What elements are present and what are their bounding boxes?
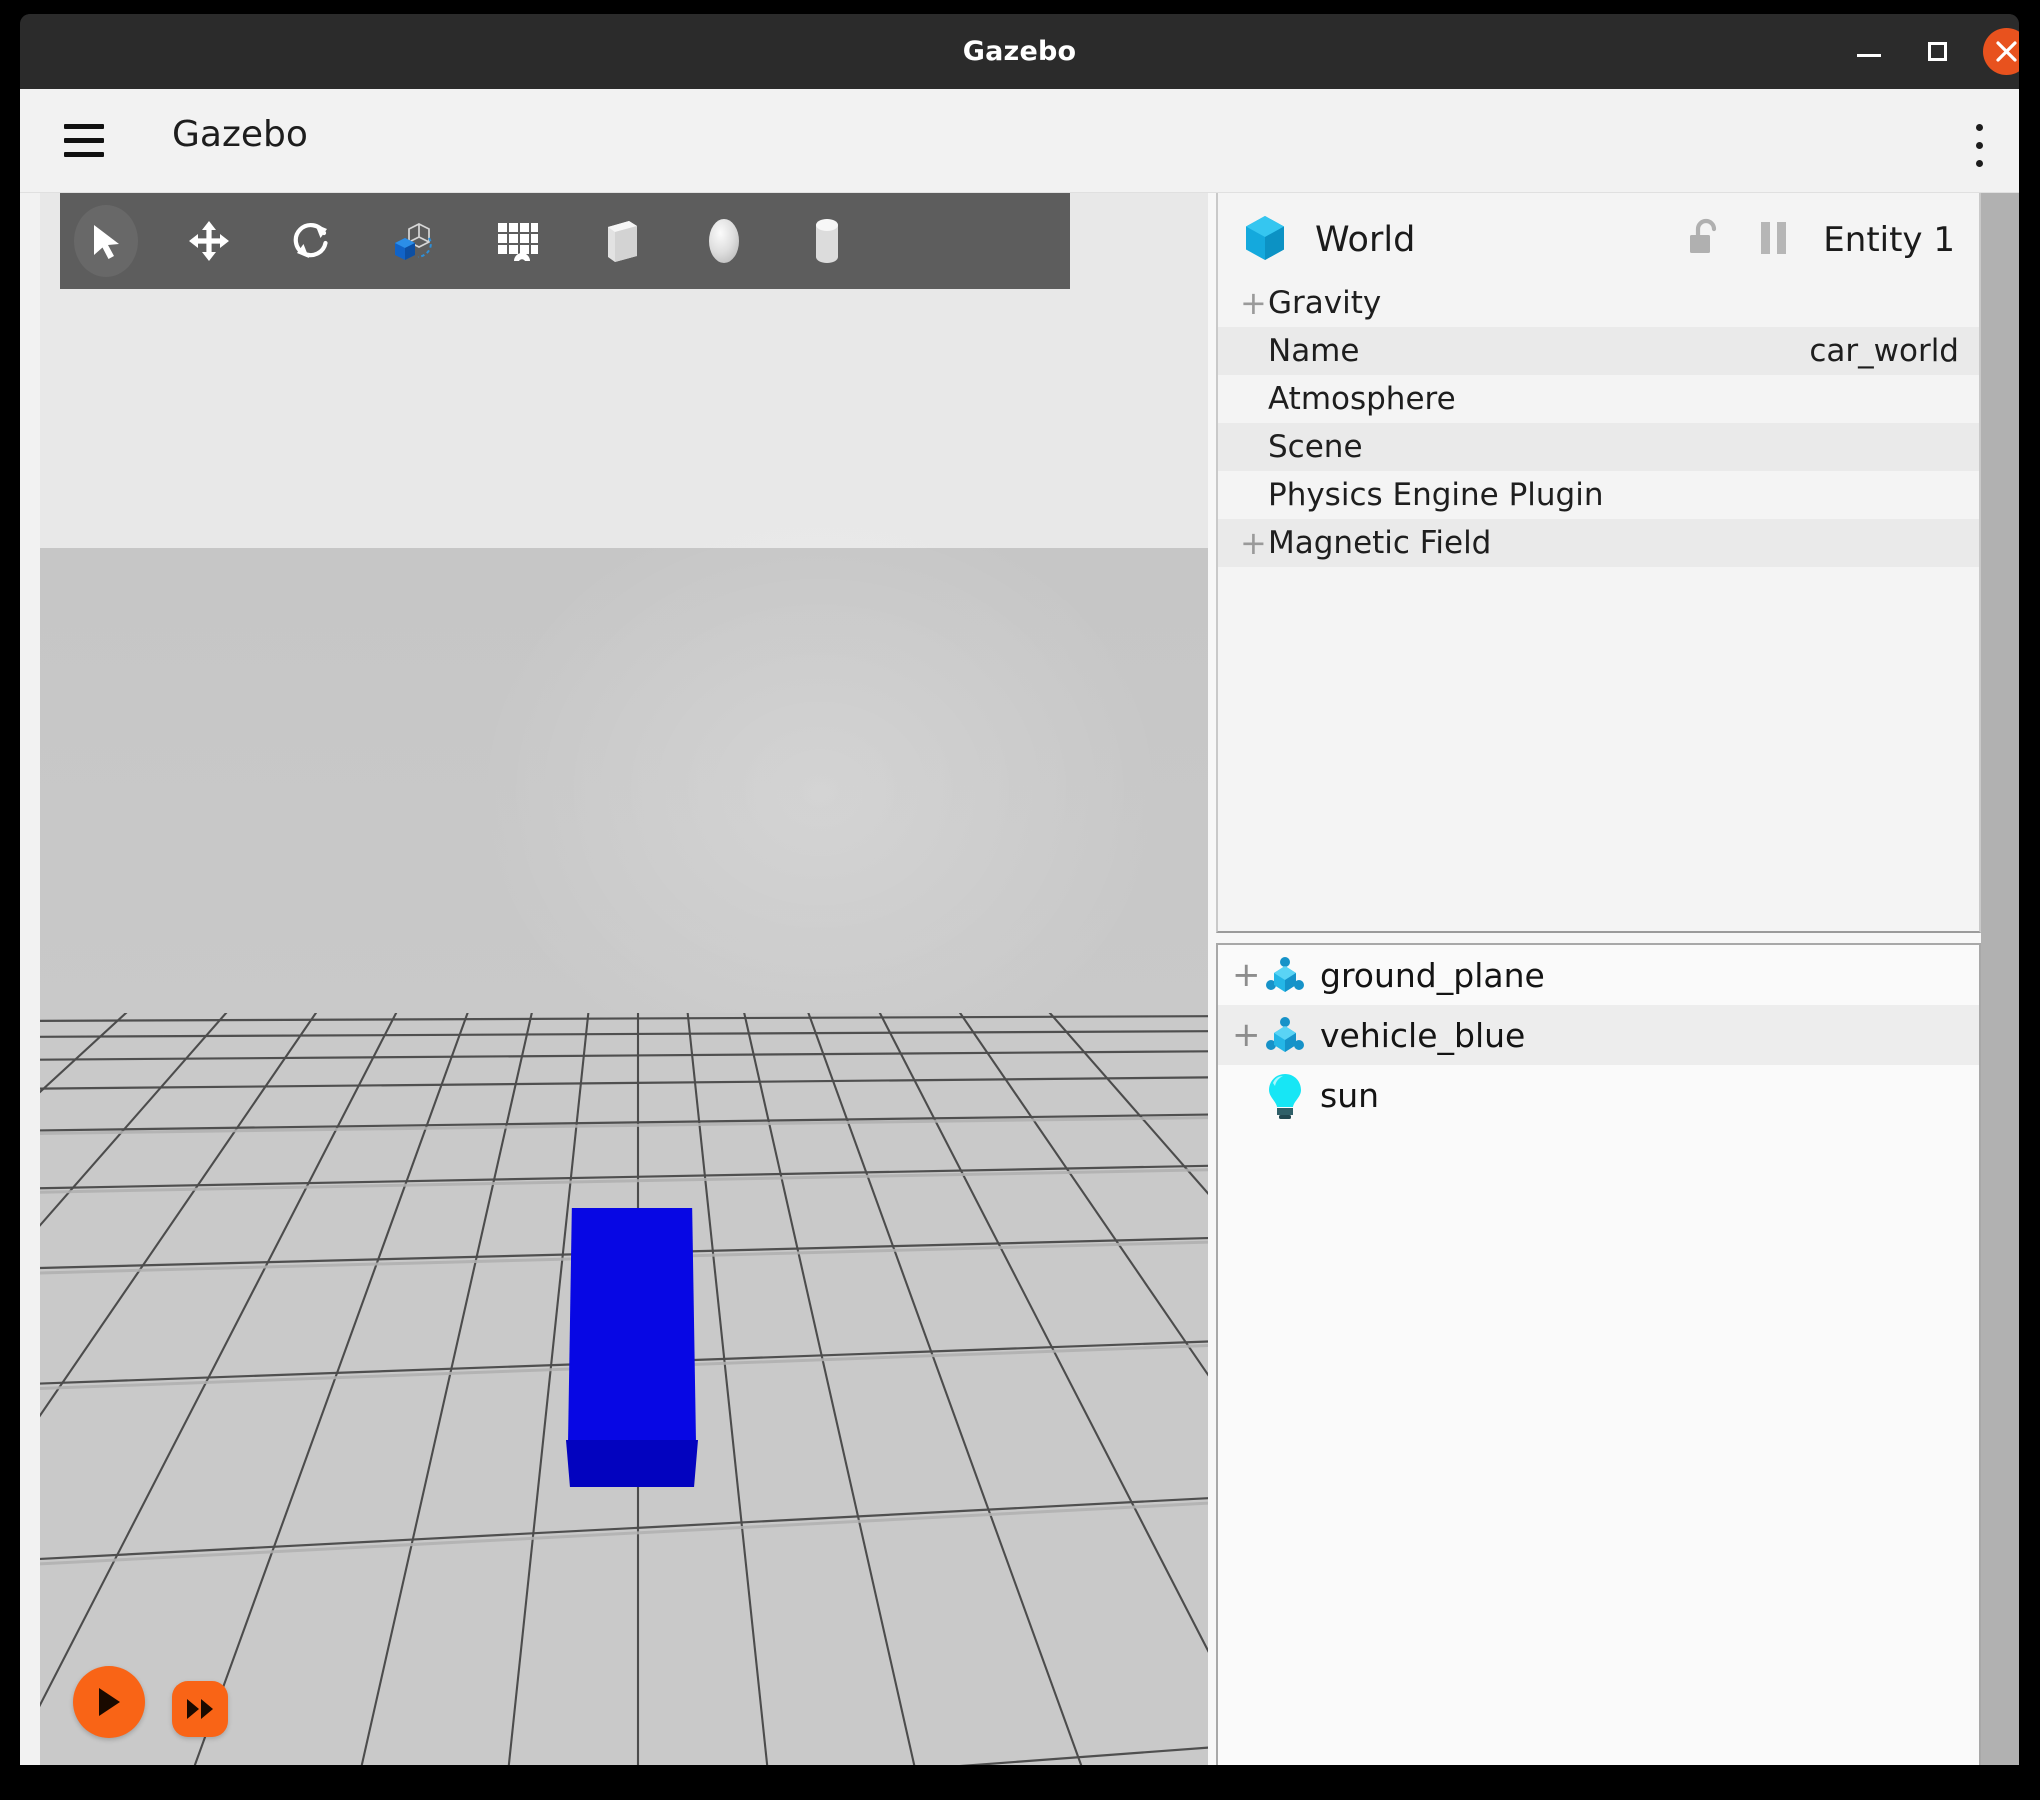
play-button[interactable]	[73, 1666, 145, 1738]
screenshot-root: Gazebo Gazebo World Entity 1 + Gravity N…	[0, 0, 2040, 1800]
pause-icon[interactable]	[1757, 218, 1791, 262]
hamburger-bar	[64, 152, 104, 157]
window-title: Gazebo	[962, 36, 1077, 67]
property-name: Atmosphere	[1268, 381, 1456, 417]
sphere-icon	[709, 219, 739, 263]
entity-name: ground_plane	[1320, 955, 1545, 995]
menu-icon[interactable]	[62, 122, 106, 160]
app-header: Gazebo	[20, 89, 2019, 193]
play-icon	[99, 1688, 120, 1716]
more-options-icon[interactable]	[1972, 122, 1986, 170]
vehicle-front-face	[566, 1440, 698, 1487]
cylinder-icon	[816, 219, 838, 263]
property-name: Magnetic Field	[1268, 525, 1492, 561]
expand-plus-icon[interactable]: +	[1232, 1018, 1261, 1052]
kebab-dot	[1976, 142, 1983, 149]
main-content: ‹ 0.00 %	[20, 193, 2019, 1765]
property-value: car_world	[1809, 333, 1959, 369]
expand-plus-icon[interactable]: +	[1240, 527, 1267, 559]
entity-tree-row[interactable]: + vehicle_blue	[1218, 1005, 1979, 1065]
property-row[interactable]: Atmosphere	[1218, 375, 1979, 423]
world-properties-card: World Entity 1 + Gravity Name car_world …	[1216, 193, 1981, 933]
step-forward-button[interactable]	[172, 1681, 228, 1737]
minimize-button[interactable]	[1849, 32, 1889, 72]
box-icon	[608, 221, 637, 262]
sun-glow	[470, 493, 1170, 1093]
transform-tool-button[interactable]	[379, 205, 451, 277]
property-name: Gravity	[1268, 285, 1382, 321]
world-properties-list: + Gravity Name car_world Atmosphere Scene Phys…	[1218, 279, 1979, 567]
gazebo-window: Gazebo Gazebo World Entity 1 + Gravity N…	[20, 14, 2019, 1765]
property-row[interactable]: Scene	[1218, 423, 1979, 471]
property-row[interactable]: Name car_world	[1218, 327, 1979, 375]
world-title: World	[1315, 220, 1416, 260]
model-node-icon	[1264, 1014, 1306, 1056]
entity-name: sun	[1320, 1075, 1380, 1115]
panel-scrollbar[interactable]	[1981, 193, 2019, 1765]
kebab-dot	[1976, 160, 1983, 167]
entity-tree-list: + ground_plane + vehicle_bluesun	[1218, 945, 1979, 1125]
grid-tool-button[interactable]	[482, 205, 554, 277]
spawn-box-tool-button[interactable]	[585, 205, 657, 277]
translate-tool-button[interactable]	[173, 205, 245, 277]
grid-icon	[498, 223, 538, 261]
light-bulb-icon	[1264, 1071, 1306, 1119]
move-arrows-icon	[189, 221, 229, 261]
world-header: World Entity 1	[1218, 201, 1979, 279]
window-titlebar: Gazebo	[20, 14, 2019, 89]
rotate-arrow-icon	[293, 223, 328, 258]
vehicle-top-face	[568, 1208, 696, 1443]
expand-plus-icon[interactable]: +	[1240, 287, 1267, 319]
select-tool-button[interactable]	[70, 205, 142, 277]
step-forward-icon	[187, 1699, 213, 1719]
render-viewport[interactable]: ‹ 0.00 %	[40, 193, 1208, 1765]
vehicle-blue-object[interactable]	[548, 1208, 718, 1500]
rotate-tool-button[interactable]	[276, 205, 348, 277]
cube-icon	[1242, 213, 1288, 267]
right-panel: World Entity 1 + Gravity Name car_world …	[1208, 193, 2019, 1765]
expand-plus-icon[interactable]: +	[1232, 958, 1261, 992]
transform-cube-icon	[395, 223, 432, 260]
cursor-arrow-icon	[94, 225, 119, 259]
entity-name: vehicle_blue	[1320, 1015, 1526, 1055]
model-node-icon	[1264, 954, 1306, 996]
entity-tree-row[interactable]: sun	[1218, 1065, 1979, 1125]
property-name: Physics Engine Plugin	[1268, 477, 1604, 513]
property-row[interactable]: + Gravity	[1218, 279, 1979, 327]
property-row[interactable]: Physics Engine Plugin	[1218, 471, 1979, 519]
property-name: Name	[1268, 333, 1360, 369]
spawn-cylinder-tool-button[interactable]	[791, 205, 863, 277]
entity-label: Entity 1	[1823, 220, 1955, 260]
entity-tree-card: + ground_plane + vehicle_bluesun	[1216, 943, 1981, 1765]
property-name: Scene	[1268, 429, 1363, 465]
app-title: Gazebo	[172, 114, 308, 155]
hamburger-bar	[64, 138, 104, 143]
kebab-dot	[1976, 124, 1983, 131]
maximize-button[interactable]	[1919, 32, 1959, 72]
property-row[interactable]: + Magnetic Field	[1218, 519, 1979, 567]
viewport-toolbar	[60, 193, 1070, 289]
close-icon	[1996, 41, 2017, 62]
hamburger-bar	[64, 124, 104, 129]
unlock-icon[interactable]	[1687, 217, 1723, 263]
entity-tree-row[interactable]: + ground_plane	[1218, 945, 1979, 1005]
spawn-sphere-tool-button[interactable]	[688, 205, 760, 277]
